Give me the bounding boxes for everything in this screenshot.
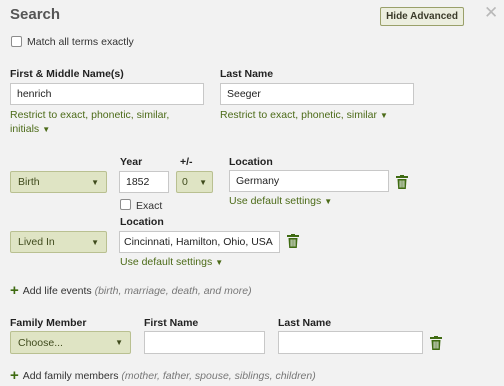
birth-location-label: Location (229, 156, 273, 168)
family-last-name-label: Last Name (278, 317, 332, 329)
event-type-select-residence[interactable]: Lived In ▼ (10, 231, 107, 253)
add-family-members-link[interactable]: + Add family members (mother, father, sp… (10, 368, 316, 383)
residence-default-settings-link[interactable]: Use default settings ▼ (120, 256, 223, 268)
year-range-select[interactable]: 0 ▼ (176, 171, 213, 193)
year-range-label: +/- (180, 156, 193, 168)
dropdown-caret-icon: ▼ (42, 125, 51, 134)
plus-icon: + (10, 282, 19, 299)
add-life-events-text: Add life events (birth, marriage, death,… (22, 284, 252, 297)
match-exact-checkbox[interactable] (11, 36, 22, 47)
first-name-label: First & Middle Name(s) (10, 68, 124, 80)
dropdown-caret-icon: ▼ (91, 237, 99, 247)
family-first-name-label: First Name (144, 317, 199, 329)
trash-icon[interactable] (287, 234, 299, 248)
dropdown-caret-icon: ▼ (91, 177, 99, 187)
first-name-restrict-link-cont[interactable]: initials ▼ (10, 123, 50, 135)
trash-icon[interactable] (396, 175, 408, 189)
last-name-input[interactable]: Seeger (220, 83, 414, 105)
event-type-value: Birth (18, 176, 40, 188)
dropdown-caret-icon: ▼ (215, 258, 224, 267)
year-range-value: 0 (182, 176, 188, 188)
match-exact-label: Match all terms exactly (27, 36, 134, 48)
trash-icon[interactable] (430, 336, 442, 350)
family-last-name-input[interactable] (278, 331, 423, 354)
family-member-select[interactable]: Choose... ▼ (10, 331, 131, 354)
residence-location-input[interactable]: Cincinnati, Hamilton, Ohio, USA (119, 231, 280, 253)
family-member-label: Family Member (10, 317, 87, 329)
birth-year-input[interactable]: 1852 (119, 171, 169, 193)
birth-default-settings-text: Use default settings (229, 195, 322, 207)
exact-year-checkbox[interactable] (120, 199, 131, 210)
last-name-label: Last Name (220, 68, 274, 80)
event-type-select-birth[interactable]: Birth ▼ (10, 171, 107, 193)
family-first-name-input[interactable] (144, 331, 265, 354)
residence-default-settings-text: Use default settings (120, 256, 213, 268)
page-title: Search (10, 6, 61, 23)
add-life-events-link[interactable]: + Add life events (birth, marriage, deat… (10, 283, 252, 298)
dropdown-caret-icon: ▼ (379, 111, 388, 120)
dropdown-caret-icon: ▼ (115, 338, 123, 347)
hide-advanced-button[interactable]: Hide Advanced (380, 7, 464, 26)
dropdown-caret-icon: ▼ (324, 197, 333, 206)
plus-icon: + (10, 367, 19, 384)
event-type-value: Lived In (18, 236, 55, 248)
exact-year-label: Exact (136, 200, 163, 212)
first-name-input[interactable]: henrich (10, 83, 204, 105)
residence-location-label: Location (120, 216, 164, 228)
last-name-restrict-text: Restrict to exact, phonetic, similar (220, 109, 377, 121)
birth-location-input[interactable]: Germany (229, 170, 389, 192)
year-label: Year (120, 156, 143, 168)
close-icon[interactable]: ✕ (484, 3, 498, 23)
family-member-value: Choose... (18, 336, 63, 349)
dropdown-caret-icon: ▼ (199, 177, 207, 187)
add-family-members-text: Add family members (mother, father, spou… (22, 369, 316, 382)
last-name-restrict-link[interactable]: Restrict to exact, phonetic, similar ▼ (220, 109, 388, 121)
first-name-restrict-text-cont: initials (10, 123, 40, 135)
birth-default-settings-link[interactable]: Use default settings ▼ (229, 195, 332, 207)
first-name-restrict-link[interactable]: Restrict to exact, phonetic, similar, (10, 109, 169, 121)
first-name-restrict-text: Restrict to exact, phonetic, similar, (10, 109, 170, 121)
